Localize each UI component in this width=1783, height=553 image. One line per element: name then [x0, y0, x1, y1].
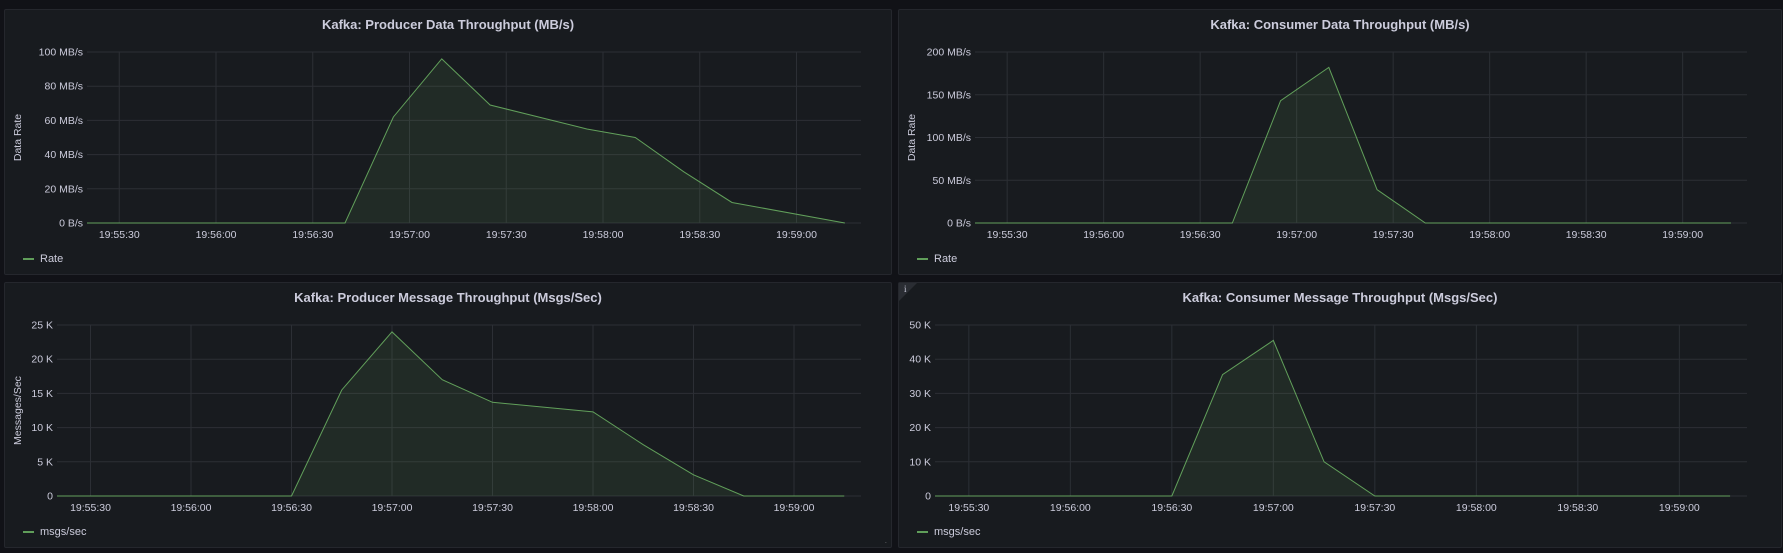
x-tick-label: 19:58:30	[679, 229, 720, 241]
x-tick-label: 19:59:00	[1662, 229, 1703, 241]
legend-label: Rate	[934, 253, 958, 265]
y-tick-label: 40 MB/s	[44, 149, 83, 161]
x-tick-label: 19:55:30	[987, 229, 1028, 241]
x-tick-label: 19:58:00	[573, 502, 614, 514]
legend-swatch	[917, 531, 928, 533]
y-tick-label: 10 K	[31, 422, 53, 434]
x-tick-label: 19:59:00	[1659, 502, 1700, 514]
y-tick-label: 60 MB/s	[44, 115, 83, 127]
y-tick-label: 15 K	[31, 388, 53, 400]
y-tick-label: 150 MB/s	[927, 89, 971, 101]
y-tick-label: 5 K	[37, 456, 53, 468]
chart-area: 0 10 K 20 K 30 K 40 K 50 K 19:55:30 19:56:00 19:…	[909, 320, 1747, 514]
x-tick-label: 19:58:30	[1566, 229, 1607, 241]
panel-consumer-message-throughput: i Kafka: Consumer Message Throughput (Ms…	[898, 282, 1782, 548]
panel-consumer-data-throughput: Kafka: Consumer Data Throughput (MB/s) 0…	[898, 9, 1782, 275]
y-tick-label: 50 MB/s	[932, 175, 971, 187]
y-tick-label: 0 B/s	[947, 218, 971, 230]
x-tick-label: 19:59:00	[774, 502, 815, 514]
x-tick-label: 19:55:30	[99, 229, 140, 241]
legend-item[interactable]: msgs/sec	[917, 526, 980, 538]
chart-area: 0 B/s 20 MB/s 40 MB/s 60 MB/s 80 MB/s 100 MB/…	[12, 47, 861, 241]
y-tick-label: 20 K	[909, 422, 931, 434]
x-tick-label: 19:59:00	[776, 229, 817, 241]
x-tick-label: 19:57:00	[1276, 229, 1317, 241]
y-tick-label: 80 MB/s	[44, 81, 83, 93]
x-tick-label: 19:56:00	[1050, 502, 1091, 514]
x-tick-label: 19:56:00	[1083, 229, 1124, 241]
y-tick-label: 20 MB/s	[44, 183, 83, 195]
legend-swatch	[23, 258, 34, 260]
x-tick-label: 19:56:30	[1180, 229, 1221, 241]
x-tick-label: 19:55:30	[948, 502, 989, 514]
y-tick-label: 25 K	[31, 320, 53, 332]
x-tick-label: 19:58:30	[1557, 502, 1598, 514]
y-tick-label: 40 K	[909, 354, 931, 366]
y-tick-label: 200 MB/s	[927, 47, 971, 59]
y-tick-label: 0	[925, 491, 931, 503]
x-tick-label: 19:57:30	[472, 502, 513, 514]
legend-label: Rate	[40, 253, 64, 265]
y-tick-label: 0	[47, 491, 53, 503]
legend-item[interactable]: Rate	[917, 253, 957, 265]
x-tick-label: 19:56:30	[1151, 502, 1192, 514]
y-tick-label: 20 K	[31, 354, 53, 366]
x-tick-label: 19:57:00	[372, 502, 413, 514]
x-tick-label: 19:56:00	[171, 502, 212, 514]
x-tick-label: 19:57:00	[389, 229, 430, 241]
y-tick-label: 100 MB/s	[39, 47, 83, 59]
y-tick-label: 50 K	[909, 320, 931, 332]
legend-item[interactable]: msgs/sec	[23, 526, 86, 538]
y-axis-title: Data Rate	[906, 114, 918, 161]
y-axis-title: Data Rate	[12, 114, 24, 161]
y-tick-label: 0 B/s	[59, 218, 83, 230]
panel-producer-message-throughput: Kafka: Producer Message Throughput (Msgs…	[4, 282, 892, 548]
x-tick-label: 19:56:30	[271, 502, 312, 514]
series-area	[935, 340, 1731, 496]
legend-item[interactable]: Rate	[23, 253, 63, 265]
x-tick-label: 19:57:30	[1354, 502, 1395, 514]
x-tick-label: 19:58:00	[1469, 229, 1510, 241]
x-tick-label: 19:56:00	[196, 229, 237, 241]
x-tick-label: 19:56:30	[292, 229, 333, 241]
x-tick-label: 19:55:30	[70, 502, 111, 514]
legend-label: msgs/sec	[934, 526, 981, 538]
legend-swatch	[917, 258, 928, 260]
y-axis-title: Messages/Sec	[12, 376, 24, 445]
chart-area: 0 5 K 10 K 15 K 20 K 25 K 19:55:30 19:56:00 19:5…	[12, 320, 861, 514]
series-area	[87, 58, 845, 224]
x-tick-label: 19:57:30	[486, 229, 527, 241]
x-tick-label: 19:58:00	[583, 229, 624, 241]
x-tick-label: 19:58:30	[673, 502, 714, 514]
y-tick-label: 100 MB/s	[927, 132, 971, 144]
y-tick-label: 30 K	[909, 388, 931, 400]
series-area	[975, 67, 1731, 223]
chart-area: 0 B/s 50 MB/s 100 MB/s 150 MB/s 200 MB/s 19:5…	[906, 47, 1747, 241]
x-tick-label: 19:57:00	[1253, 502, 1294, 514]
legend-swatch	[23, 531, 34, 533]
legend-label: msgs/sec	[40, 526, 87, 538]
x-tick-label: 19:57:30	[1373, 229, 1414, 241]
x-tick-label: 19:58:00	[1456, 502, 1497, 514]
panel-producer-data-throughput: Kafka: Producer Data Throughput (MB/s) 0…	[4, 9, 892, 275]
resize-handle-icon[interactable]: .	[885, 536, 887, 545]
series-area	[57, 331, 845, 496]
y-tick-label: 10 K	[909, 456, 931, 468]
